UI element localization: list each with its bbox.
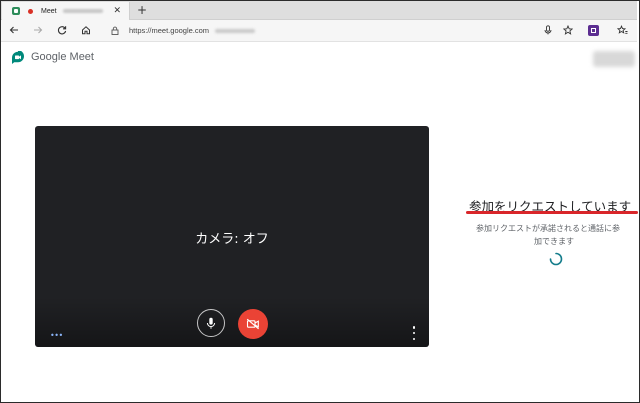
description-line-1: 参加リクエストが承諾されると通話に参: [476, 224, 620, 233]
forward-button[interactable]: [31, 23, 45, 37]
google-meet-logo-icon: [12, 51, 24, 64]
mic-permission-button[interactable]: [541, 23, 555, 37]
url-text: https://meet.google.com: [129, 26, 210, 35]
back-button[interactable]: [7, 23, 21, 37]
favorites-button[interactable]: [615, 23, 629, 37]
join-request-description: 参加リクエストが承諾されると通話に参 加できます: [476, 222, 638, 248]
meet-favicon-icon: [12, 7, 20, 15]
visual-effects-icon[interactable]: •••: [50, 332, 63, 340]
new-tab-button[interactable]: +: [137, 3, 147, 17]
camera-toggle-button[interactable]: [238, 309, 268, 339]
mic-indicator-icon: [544, 25, 552, 35]
loading-spinner-icon: [549, 252, 563, 266]
extension-icon[interactable]: [588, 25, 599, 36]
star-icon: [563, 25, 573, 35]
mic-icon: [206, 317, 216, 329]
more-vert-icon: [412, 326, 416, 329]
description-line-2: 加できます: [534, 237, 574, 246]
home-button[interactable]: [79, 23, 93, 37]
reload-icon: [57, 26, 67, 35]
video-preview: カメラ: オフ •••: [35, 126, 429, 347]
close-tab-icon[interactable]: ✕: [113, 5, 121, 17]
address-bar[interactable]: https://meet.google.com: [105, 23, 585, 38]
highlight-underline: [466, 211, 638, 214]
preview-bottom-gradient: [35, 297, 429, 347]
forward-icon: [34, 26, 43, 34]
more-options-button[interactable]: [410, 326, 418, 340]
browser-tab-meet[interactable]: Meet ✕: [2, 2, 130, 20]
back-icon: [9, 26, 18, 34]
camera-off-icon: [246, 318, 259, 330]
tab-title-redacted: [62, 9, 103, 13]
app-title: Google Meet: [31, 51, 94, 63]
account-info-redacted[interactable]: [593, 51, 635, 67]
home-icon: [82, 26, 90, 35]
url-redacted: [215, 28, 256, 33]
favorites-icon: [616, 25, 627, 34]
recording-dot-icon: [28, 8, 33, 14]
tab-strip: Meet ✕ +: [1, 1, 637, 20]
navigation-bar: https://meet.google.com: [1, 20, 637, 42]
favorite-button[interactable]: [561, 23, 575, 37]
lock-icon: [111, 26, 119, 35]
reload-button[interactable]: [55, 23, 69, 37]
microphone-toggle-button[interactable]: [197, 309, 225, 337]
tab-title: Meet: [41, 7, 57, 15]
camera-status-text: カメラ: オフ: [195, 232, 269, 247]
